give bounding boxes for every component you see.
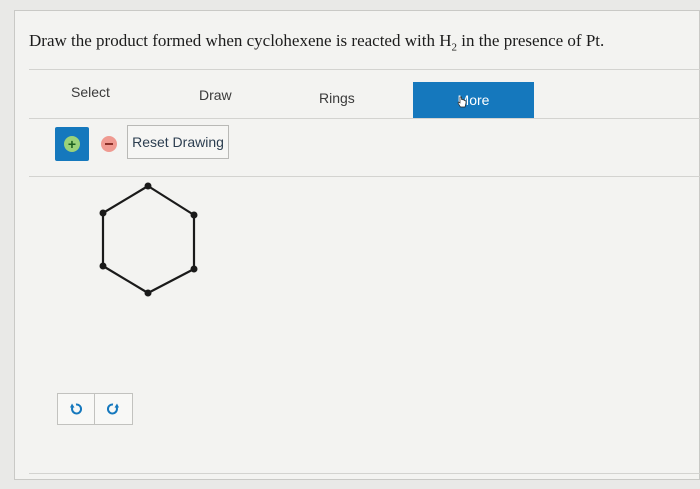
atom-c4[interactable]	[144, 289, 152, 297]
question-card: Draw the product formed when cyclohexene…	[14, 10, 700, 480]
cyclohexane-ring	[101, 184, 196, 295]
add-atom-button[interactable]: +	[55, 127, 89, 161]
minus-circle-icon	[101, 136, 117, 152]
undo-button[interactable]	[57, 393, 95, 425]
question-text: Draw the product formed when cyclohexene…	[29, 31, 604, 53]
question-suffix: in the presence of Pt.	[456, 31, 605, 50]
atom-c2[interactable]	[190, 211, 198, 219]
rings-tool[interactable]: Rings	[319, 90, 355, 106]
draw-tool[interactable]: Draw	[199, 87, 232, 103]
atom-c5[interactable]	[99, 262, 107, 270]
draw-panel: + Reset Drawing	[29, 119, 700, 177]
remove-atom-button[interactable]	[95, 127, 125, 161]
question-prefix: Draw the product formed when cyclohexene…	[29, 31, 452, 50]
plus-circle-icon: +	[64, 136, 80, 152]
redo-icon	[107, 403, 119, 415]
atom-c1[interactable]	[144, 182, 152, 190]
redo-button[interactable]	[95, 393, 133, 425]
atom-c6[interactable]	[99, 209, 107, 217]
undo-icon	[70, 403, 82, 415]
bottom-divider	[29, 473, 700, 474]
reset-drawing-button[interactable]: Reset Drawing	[127, 125, 229, 159]
hand-cursor-icon	[457, 96, 467, 108]
atom-c3[interactable]	[190, 265, 198, 273]
drawing-toolbar: Select Draw Rings More	[29, 69, 700, 119]
more-tool[interactable]: More	[413, 82, 534, 118]
select-tool[interactable]: Select	[71, 84, 110, 100]
